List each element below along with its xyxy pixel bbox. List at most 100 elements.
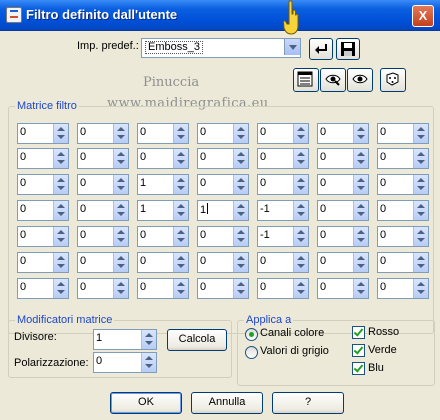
cancel-button[interactable]: Annulla (191, 392, 263, 414)
green-checkbox[interactable] (352, 344, 365, 357)
matrix-cell-r6-c1[interactable]: 0 (17, 252, 69, 273)
spinner-arrows-icon[interactable] (113, 279, 128, 298)
matrix-cell-r1-c5[interactable]: 0 (257, 123, 309, 144)
matrix-cell-r1-c3[interactable]: 0 (137, 123, 189, 144)
matrix-cell-r7-c1[interactable]: 0 (17, 278, 69, 299)
matrix-cell-r1-c6[interactable]: 0 (317, 123, 369, 144)
matrix-cell-r4-c4[interactable]: 1 (197, 200, 249, 221)
bias-spinner[interactable]: 0 (93, 352, 157, 373)
preset-dropdown[interactable]: Emboss_3 (141, 38, 301, 58)
spinner-arrows-icon[interactable] (113, 149, 128, 168)
spinner-arrows-icon[interactable] (113, 124, 128, 143)
matrix-cell-r7-c4[interactable]: 0 (197, 278, 249, 299)
gray-values-radio[interactable] (245, 346, 258, 359)
spinner-arrows-icon[interactable] (53, 279, 68, 298)
spinner-arrows-icon[interactable] (173, 124, 188, 143)
color-channels-radio[interactable] (245, 328, 258, 341)
spinner-arrows-icon[interactable] (141, 330, 156, 349)
matrix-cell-r5-c3[interactable]: 0 (137, 226, 189, 247)
ok-button[interactable]: OK (110, 392, 182, 414)
spinner-arrows-icon[interactable] (233, 279, 248, 298)
matrix-cell-r5-c2[interactable]: 0 (77, 226, 129, 247)
spinner-arrows-icon[interactable] (113, 201, 128, 220)
spinner-arrows-icon[interactable] (173, 279, 188, 298)
matrix-cell-r4-c1[interactable]: 0 (17, 200, 69, 221)
spinner-arrows-icon[interactable] (53, 253, 68, 272)
spinner-arrows-icon[interactable] (293, 124, 308, 143)
close-button[interactable]: X (412, 5, 434, 27)
spinner-arrows-icon[interactable] (173, 149, 188, 168)
spinner-arrows-icon[interactable] (353, 149, 368, 168)
spinner-arrows-icon[interactable] (293, 227, 308, 246)
spinner-arrows-icon[interactable] (353, 201, 368, 220)
matrix-cell-r5-c4[interactable]: 0 (197, 226, 249, 247)
spinner-arrows-icon[interactable] (353, 253, 368, 272)
matrix-cell-r3-c2[interactable]: 0 (77, 174, 129, 195)
spinner-arrows-icon[interactable] (113, 175, 128, 194)
red-checkbox[interactable] (352, 326, 365, 339)
matrix-cell-r4-c3[interactable]: 1 (137, 200, 189, 221)
spinner-arrows-icon[interactable] (353, 175, 368, 194)
matrix-cell-r6-c3[interactable]: 0 (137, 252, 189, 273)
spinner-arrows-icon[interactable] (173, 227, 188, 246)
spinner-arrows-icon[interactable] (353, 227, 368, 246)
spinner-arrows-icon[interactable] (293, 201, 308, 220)
spinner-arrows-icon[interactable] (353, 279, 368, 298)
matrix-cell-r1-c7[interactable]: 0 (377, 123, 429, 144)
save-preset-button[interactable] (336, 38, 360, 60)
matrix-cell-r7-c5[interactable]: 0 (257, 278, 309, 299)
spinner-arrows-icon[interactable] (413, 279, 428, 298)
matrix-cell-r1-c4[interactable]: 0 (197, 123, 249, 144)
spinner-arrows-icon[interactable] (293, 253, 308, 272)
matrix-cell-r2-c3[interactable]: 0 (137, 148, 189, 169)
matrix-cell-r2-c1[interactable]: 0 (17, 148, 69, 169)
matrix-cell-r2-c5[interactable]: 0 (257, 148, 309, 169)
matrix-cell-r4-c7[interactable]: 0 (377, 200, 429, 221)
proof-button[interactable] (347, 68, 373, 92)
matrix-cell-r2-c6[interactable]: 0 (317, 148, 369, 169)
spinner-arrows-icon[interactable] (173, 175, 188, 194)
spinner-arrows-icon[interactable] (413, 201, 428, 220)
spinner-arrows-icon[interactable] (233, 175, 248, 194)
spinner-arrows-icon[interactable] (173, 201, 188, 220)
matrix-cell-r7-c3[interactable]: 0 (137, 278, 189, 299)
undo-button[interactable] (309, 38, 333, 60)
matrix-cell-r2-c2[interactable]: 0 (77, 148, 129, 169)
matrix-cell-r1-c1[interactable]: 0 (17, 123, 69, 144)
matrix-cell-r3-c4[interactable]: 0 (197, 174, 249, 195)
matrix-cell-r4-c6[interactable]: 0 (317, 200, 369, 221)
spinner-arrows-icon[interactable] (233, 201, 248, 220)
matrix-cell-r3-c6[interactable]: 0 (317, 174, 369, 195)
spinner-arrows-icon[interactable] (233, 124, 248, 143)
spinner-arrows-icon[interactable] (233, 253, 248, 272)
matrix-cell-r4-c5[interactable]: -1 (257, 200, 309, 221)
spinner-arrows-icon[interactable] (293, 279, 308, 298)
preview-toggle-button[interactable] (320, 68, 346, 92)
spinner-arrows-icon[interactable] (113, 227, 128, 246)
spinner-arrows-icon[interactable] (293, 175, 308, 194)
spinner-arrows-icon[interactable] (53, 175, 68, 194)
chevron-down-icon[interactable] (284, 39, 300, 55)
spinner-arrows-icon[interactable] (413, 253, 428, 272)
spinner-arrows-icon[interactable] (353, 124, 368, 143)
matrix-cell-r1-c2[interactable]: 0 (77, 123, 129, 144)
spinner-arrows-icon[interactable] (53, 227, 68, 246)
matrix-cell-r5-c6[interactable]: 0 (317, 226, 369, 247)
matrix-cell-r5-c1[interactable]: 0 (17, 226, 69, 247)
matrix-cell-r2-c4[interactable]: 0 (197, 148, 249, 169)
matrix-cell-r6-c5[interactable]: 0 (257, 252, 309, 273)
spinner-arrows-icon[interactable] (413, 124, 428, 143)
matrix-cell-r6-c6[interactable]: 0 (317, 252, 369, 273)
spinner-arrows-icon[interactable] (293, 149, 308, 168)
spinner-arrows-icon[interactable] (233, 149, 248, 168)
spinner-arrows-icon[interactable] (113, 253, 128, 272)
matrix-cell-r7-c6[interactable]: 0 (317, 278, 369, 299)
spinner-arrows-icon[interactable] (53, 124, 68, 143)
spinner-arrows-icon[interactable] (233, 227, 248, 246)
matrix-cell-r6-c7[interactable]: 0 (377, 252, 429, 273)
calculate-button[interactable]: Calcola (167, 329, 227, 351)
spinner-arrows-icon[interactable] (53, 149, 68, 168)
spinner-arrows-icon[interactable] (173, 253, 188, 272)
matrix-cell-r6-c2[interactable]: 0 (77, 252, 129, 273)
matrix-cell-r5-c5[interactable]: -1 (257, 226, 309, 247)
